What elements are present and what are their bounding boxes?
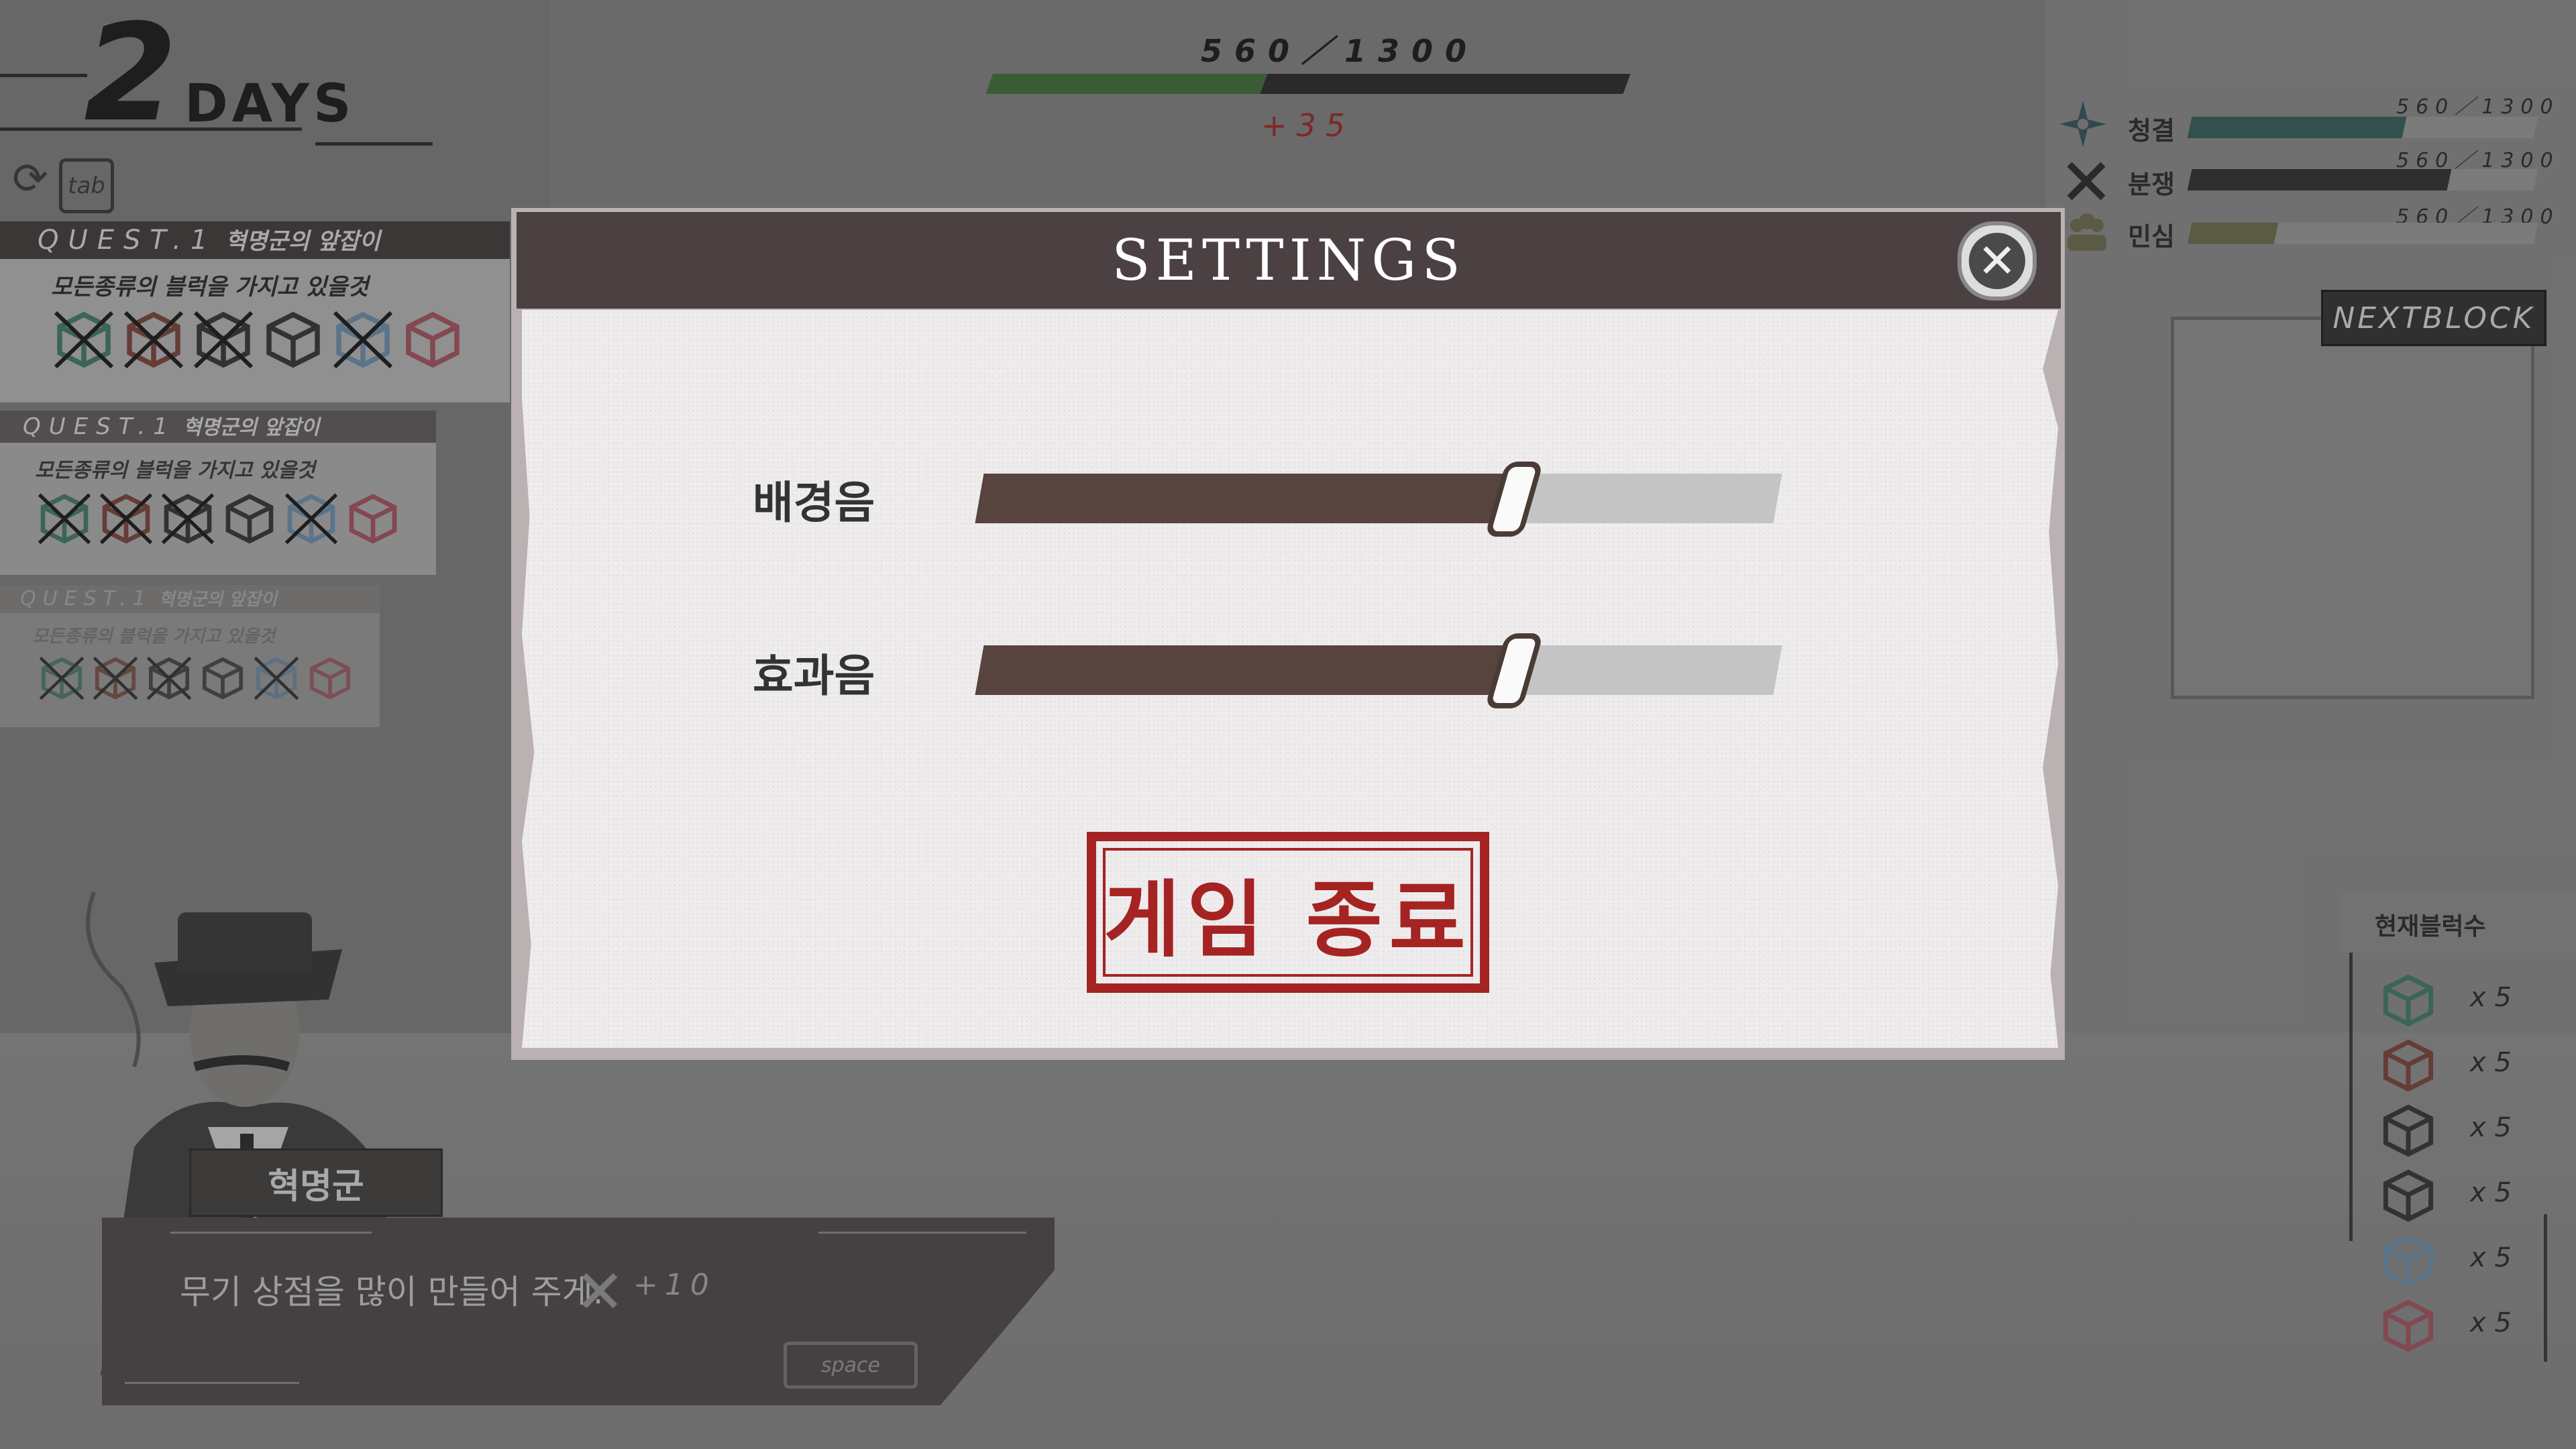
- crowd-icon: [2065, 212, 2109, 252]
- quest-header: QUEST.1 혁명군의 앞잡이: [0, 585, 380, 613]
- current-blocks-divider: [2349, 953, 2353, 1241]
- quest-title: 혁명군의 앞잡이: [182, 416, 320, 439]
- block-cube-icon: [2380, 1102, 2436, 1161]
- day-decor-line: [315, 142, 433, 146]
- refresh-icon[interactable]: ⟳: [9, 158, 51, 201]
- space-key-button[interactable]: space: [784, 1342, 918, 1389]
- day-label: DAYS: [184, 74, 356, 134]
- compass-star-icon: [2059, 101, 2106, 148]
- stat-label-conflict: 분쟁: [2128, 170, 2175, 199]
- current-blocks-scroll: [2544, 1214, 2547, 1362]
- dialog-decor-line: [818, 1232, 1026, 1234]
- speaker-name-tag: 혁명군: [189, 1148, 443, 1217]
- total-progress-fill: [985, 74, 1268, 94]
- block-cube-icon: [346, 491, 400, 547]
- stat-fill: [2187, 117, 2407, 138]
- block-cube-icon: [123, 309, 184, 372]
- crossed-swords-icon: [2066, 161, 2106, 201]
- stat-bar-conflict: [2187, 169, 2538, 191]
- block-count: x 5: [2470, 1307, 2512, 1338]
- progress-gain: +35: [1261, 107, 1355, 144]
- block-count: x 5: [2470, 982, 2512, 1013]
- sfx-volume-label: 효과음: [753, 650, 875, 702]
- quest-description: 모든종류의 블럭을 가지고 있을것: [35, 459, 315, 482]
- dialog-reward: +10: [633, 1268, 716, 1302]
- block-cube-icon: [2380, 1167, 2436, 1226]
- bgm-volume-slider[interactable]: [975, 474, 1782, 523]
- total-progress-text: 560／1300: [1201, 33, 1479, 69]
- block-cube-icon: [193, 309, 254, 372]
- quest-number: QUEST.1: [20, 587, 152, 610]
- block-count: x 5: [2470, 1047, 2512, 1078]
- block-count: x 5: [2470, 1177, 2512, 1208]
- block-cube-icon: [93, 655, 138, 703]
- block-cube-icon: [2380, 971, 2436, 1030]
- total-progress-bar: [985, 74, 1631, 94]
- settings-title: SETTINGS: [1112, 227, 1466, 293]
- block-count: x 5: [2470, 1112, 2512, 1143]
- quest-number: QUEST.1: [38, 225, 217, 256]
- quest-description: 모든종류의 블럭을 가지고 있을것: [32, 627, 276, 647]
- block-count: x 5: [2470, 1242, 2512, 1273]
- settings-header: SETTINGS: [517, 212, 2061, 309]
- stat-bar-cleanliness: [2187, 117, 2538, 138]
- quest-title: 혁명군의 앞잡이: [225, 228, 380, 255]
- block-cube-icon: [284, 491, 338, 547]
- stamp-inner-border: [1103, 848, 1473, 977]
- block-cube-icon: [99, 491, 153, 547]
- quit-game-button[interactable]: 게임 종료: [1087, 832, 1489, 993]
- stat-label-cleanliness: 청결: [2128, 116, 2175, 146]
- stat-fill: [2187, 223, 2279, 244]
- stat-label-public-opinion: 민심: [2128, 222, 2175, 252]
- stat-bar-public-opinion: [2187, 223, 2538, 244]
- block-cube-icon: [254, 655, 299, 703]
- sfx-volume-slider[interactable]: [975, 645, 1782, 695]
- block-cube-icon: [2380, 1297, 2436, 1356]
- quest-description: 모든종류의 블럭을 가지고 있을것: [51, 274, 369, 301]
- sfx-volume-fill: [975, 645, 1519, 695]
- close-icon: ✕: [1969, 233, 2025, 289]
- stat-fill: [2187, 169, 2452, 191]
- block-cube-icon: [223, 491, 276, 547]
- block-cube-icon: [146, 655, 192, 703]
- next-block-label: NEXTBLOCK: [2321, 290, 2546, 346]
- block-cube-icon: [333, 309, 393, 372]
- block-cube-icon: [402, 309, 463, 372]
- quest-number: QUEST.1: [23, 413, 176, 440]
- block-cube-icon: [200, 655, 246, 703]
- block-cube-icon: [39, 655, 85, 703]
- bgm-volume-fill: [975, 474, 1519, 523]
- quest-card: QUEST.1 혁명군의 앞잡이 모든종류의 블럭을 가지고 있을것: [0, 411, 436, 575]
- block-cube-icon: [54, 309, 114, 372]
- block-cube-icon: [38, 491, 91, 547]
- block-cube-icon: [2380, 1036, 2436, 1095]
- dialog-decor-line: [125, 1382, 299, 1384]
- bgm-volume-label: 배경음: [753, 477, 875, 529]
- block-cube-icon: [263, 309, 323, 372]
- day-decor-line: [0, 74, 87, 77]
- quest-header: QUEST.1 혁명군의 앞잡이: [0, 411, 436, 443]
- quest-header: QUEST.1 혁명군의 앞잡이: [0, 221, 510, 259]
- block-cube-icon: [307, 655, 353, 703]
- dialog-decor-line: [170, 1232, 372, 1234]
- current-blocks-title: 현재블럭수: [2375, 913, 2486, 941]
- stat-value-cleanliness: 560／1300: [2396, 95, 2560, 119]
- dialog-text: 무기 상점을 많이 만들어 주게.: [180, 1273, 604, 1311]
- block-cube-icon: [2380, 1232, 2436, 1291]
- quest-card: QUEST.1 혁명군의 앞잡이 모든종류의 블럭을 가지고 있을것: [0, 221, 510, 402]
- day-number: 2: [84, 0, 178, 152]
- tab-key-button[interactable]: tab: [59, 158, 114, 213]
- quest-card: QUEST.1 혁명군의 앞잡이 모든종류의 블럭을 가지고 있을것: [0, 585, 380, 727]
- close-button[interactable]: ✕: [1957, 221, 2037, 301]
- block-cube-icon: [161, 491, 215, 547]
- crossed-swords-icon: [581, 1272, 619, 1309]
- quest-title: 혁명군의 앞잡이: [158, 590, 278, 610]
- next-block-preview: [2171, 317, 2534, 699]
